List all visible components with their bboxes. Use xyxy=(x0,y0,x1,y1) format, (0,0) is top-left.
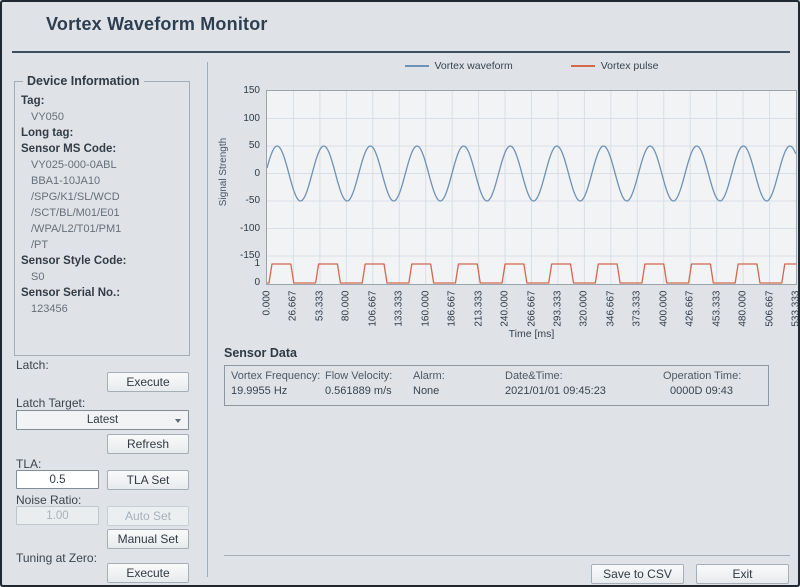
tuning-execute-button[interactable]: Execute xyxy=(107,563,189,583)
device-info-value: /SCT/BL/M01/E01 xyxy=(21,205,185,221)
sensor-data-title: Sensor Data xyxy=(224,346,297,360)
sensor-column-header: Alarm: xyxy=(413,370,505,382)
latch-target-selected-value: Latest xyxy=(87,414,118,426)
manual-set-button[interactable]: Manual Set xyxy=(107,529,189,549)
refresh-button[interactable]: Refresh xyxy=(107,434,189,454)
device-info-label: Long tag: xyxy=(21,125,185,141)
sensor-data-value-row: 19.9955 Hz0.561889 m/sNone2021/01/01 09:… xyxy=(225,385,768,397)
tla-input[interactable] xyxy=(16,470,99,489)
device-information-list: Tag:VY050Long tag:Sensor MS Code:VY025-0… xyxy=(15,82,189,317)
device-information-group: Device Information Tag:VY050Long tag:Sen… xyxy=(14,81,190,356)
device-info-label: Sensor MS Code: xyxy=(21,141,185,157)
sensor-column-header: Operation Time: xyxy=(663,370,769,382)
sensor-column-header: Flow Velocity: xyxy=(325,370,413,382)
device-information-title: Device Information xyxy=(23,74,144,88)
device-info-value: VY050 xyxy=(21,109,185,125)
device-info-label: Sensor Style Code: xyxy=(21,253,185,269)
device-info-label: Tag: xyxy=(21,93,185,109)
sensor-column-value: 2021/01/01 09:45:23 xyxy=(505,385,663,397)
sensor-data-header-row: Vortex Frequency:Flow Velocity:Alarm:Dat… xyxy=(225,370,768,382)
sensor-column-header: Vortex Frequency: xyxy=(231,370,325,382)
sensor-data-panel: Vortex Frequency:Flow Velocity:Alarm:Dat… xyxy=(224,365,769,406)
device-info-value: VY025-000-0ABL xyxy=(21,157,185,173)
latch-target-label: Latch Target: xyxy=(16,396,85,410)
waveform-plot-canvas xyxy=(267,91,796,284)
latch-label: Latch: xyxy=(16,358,49,372)
device-info-value: /PT xyxy=(21,237,185,253)
pulse-y-tick-label: 1 xyxy=(214,258,260,269)
exit-button[interactable]: Exit xyxy=(696,564,789,584)
save-to-csv-button[interactable]: Save to CSV xyxy=(591,564,684,584)
legend-item: Vortex waveform xyxy=(405,60,513,72)
pulse-y-tick-label: 0 xyxy=(214,277,260,288)
noise-ratio-input xyxy=(16,506,99,525)
chart-legend: Vortex waveform Vortex pulse xyxy=(266,60,797,72)
auto-set-button: Auto Set xyxy=(107,506,189,526)
legend-line-swatch xyxy=(405,65,429,67)
tla-set-button[interactable]: TLA Set xyxy=(107,470,189,490)
latch-execute-button[interactable]: Execute xyxy=(107,372,189,392)
sensor-column-value: 19.9955 Hz xyxy=(231,385,325,397)
legend-series-label: Vortex waveform xyxy=(435,60,513,72)
noise-ratio-label: Noise Ratio: xyxy=(16,493,81,507)
waveform-plot xyxy=(266,90,797,285)
footer-divider xyxy=(224,555,790,556)
x-axis-title: Time [ms] xyxy=(266,328,797,340)
legend-line-swatch xyxy=(571,65,595,67)
vertical-divider xyxy=(207,62,208,577)
legend-item: Vortex pulse xyxy=(571,60,659,72)
y-axis-title: Signal Strength xyxy=(218,112,230,232)
legend-series-label: Vortex pulse xyxy=(601,60,659,72)
app-window: Vortex Waveform Monitor Device Informati… xyxy=(0,0,800,587)
latch-target-dropdown[interactable]: Latest xyxy=(16,410,189,430)
device-info-value: BBA1-10JA10 xyxy=(21,173,185,189)
sensor-column-header: Date&Time: xyxy=(505,370,663,382)
y-tick-label: 150 xyxy=(214,85,260,96)
device-info-value: 123456 xyxy=(21,301,185,317)
sensor-column-value: 0000D 09:43 xyxy=(663,385,768,397)
page-title: Vortex Waveform Monitor xyxy=(46,14,268,35)
tla-label: TLA: xyxy=(16,457,41,471)
device-info-value: /SPG/K1/SL/WCD xyxy=(21,189,185,205)
sensor-column-value: None xyxy=(413,385,505,397)
tuning-at-zero-label: Tuning at Zero: xyxy=(16,551,97,565)
sensor-column-value: 0.561889 m/s xyxy=(325,385,413,397)
device-info-value: S0 xyxy=(21,269,185,285)
device-info-label: Sensor Serial No.: xyxy=(21,285,185,301)
chevron-down-icon xyxy=(175,419,181,423)
device-info-value: /WPA/L2/T01/PM1 xyxy=(21,221,185,237)
title-divider xyxy=(12,51,790,53)
